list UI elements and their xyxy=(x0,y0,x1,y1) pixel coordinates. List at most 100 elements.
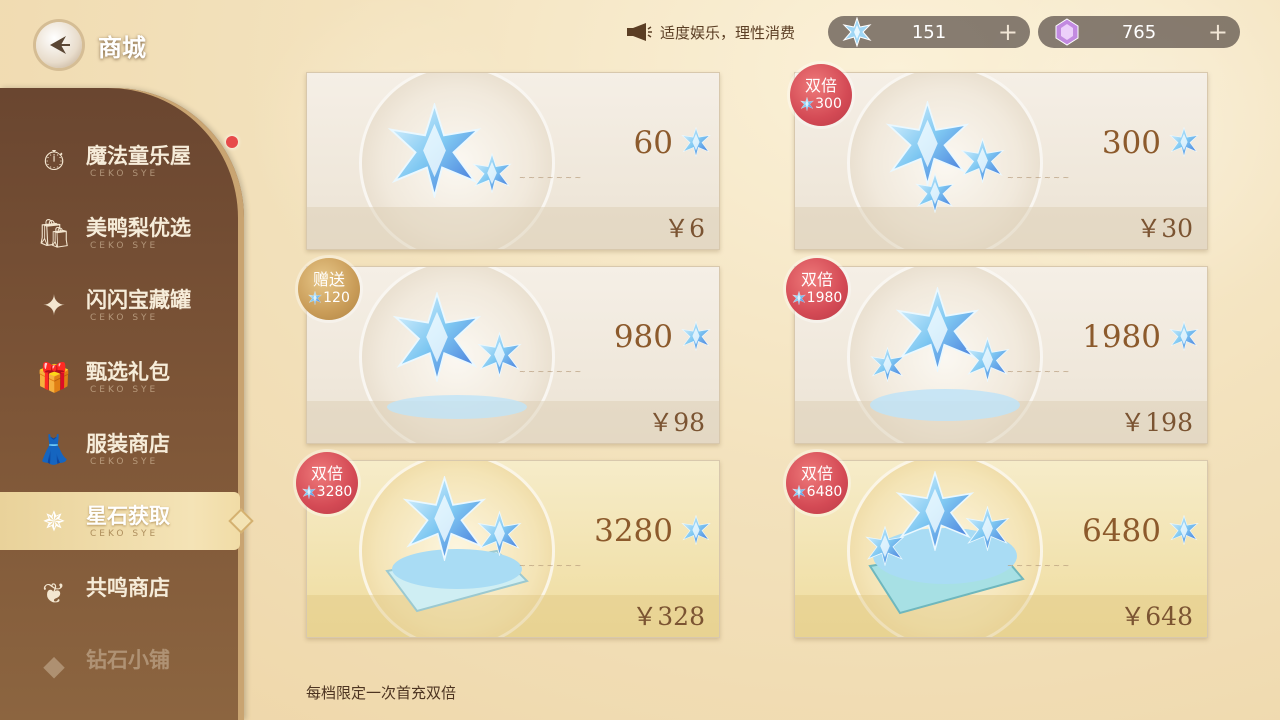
sidebar-item-sublabel: CEKO SYE xyxy=(90,169,159,179)
badge-bonus: 3280 xyxy=(302,483,353,501)
magic-house-icon: ⏱ xyxy=(43,144,65,177)
star-stone-icon xyxy=(681,321,711,351)
sidebar-item-label: 甄选礼包 xyxy=(86,360,170,384)
add-star-stone-button[interactable]: + xyxy=(998,18,1018,46)
currency-bar: 151 + 765 + xyxy=(828,16,1240,48)
notice-text: 适度娱乐，理性消费 xyxy=(660,23,796,42)
star-stone-icon xyxy=(800,97,814,111)
megaphone-icon xyxy=(627,23,652,41)
star-stone-icon xyxy=(308,291,322,305)
gift-box-icon: 🎁 xyxy=(36,360,72,394)
sidebar-item-gift-pack[interactable]: 🎁 甄选礼包 CEKO SYE xyxy=(0,348,240,406)
price-label: ￥98 xyxy=(648,408,705,437)
star-stone-amount: 6480 xyxy=(1082,513,1161,549)
decorative-script: ~ ~ ~ ~ ~ ~ ~ xyxy=(1007,173,1070,182)
price-label: ￥6 xyxy=(664,214,705,243)
star-stone-chest-icon xyxy=(866,471,1025,615)
double-bonus-badge: 双倍 1980 xyxy=(786,258,848,320)
recharge-card-980[interactable]: ~ ~ ~ ~ ~ ~ ~ 980 ￥98 xyxy=(306,266,720,444)
sidebar-item-star-stone[interactable]: ✵ 星石获取 CEKO SYE xyxy=(0,492,254,550)
badge-bonus-value: 3280 xyxy=(316,484,353,500)
badge-bonus: 1980 xyxy=(792,289,843,307)
star-stone-icon xyxy=(681,127,711,157)
sidebar-item-label: 星石获取 xyxy=(86,504,170,528)
clothing-icon: 👗 xyxy=(36,432,72,466)
decorative-script: ~ ~ ~ ~ ~ ~ ~ xyxy=(1007,367,1070,376)
star-stone-box-icon xyxy=(385,476,529,613)
sidebar-item-diamond-shop[interactable]: ◆ 钻石小铺 xyxy=(0,636,240,694)
shopping-bag-icon: 🛍 xyxy=(36,216,72,250)
star-stone-amount: 1980 xyxy=(1082,319,1161,355)
sidebar-item-label: 服装商店 xyxy=(86,432,170,456)
star-stone-amount: 300 xyxy=(1101,125,1161,161)
currency-star-stone: 151 + xyxy=(828,16,1030,48)
double-bonus-badge: 双倍 300 xyxy=(790,64,852,126)
recharge-card-3280[interactable]: ~ ~ ~ ~ ~ ~ ~ 3280 ￥328 xyxy=(306,460,720,638)
gift-bonus-badge: 赠送 120 xyxy=(298,258,360,320)
sidebar-item-selection[interactable]: 🛍 美鸭梨优选 CEKO SYE xyxy=(0,204,240,262)
sidebar-item-sublabel: CEKO SYE xyxy=(90,313,159,323)
star-stone-icon xyxy=(792,291,806,305)
star-stone-icon: ✵ xyxy=(42,504,66,538)
badge-bonus: 300 xyxy=(800,95,842,113)
resonance-icon: ❦ xyxy=(42,576,66,610)
add-purple-gem-button[interactable]: + xyxy=(1208,18,1228,46)
star-stone-icon xyxy=(1169,515,1199,545)
badge-bonus-value: 1980 xyxy=(806,290,843,306)
badge-bonus-value: 6480 xyxy=(806,484,843,500)
treasure-jar-icon: ✦ xyxy=(42,288,66,322)
sidebar-item-treasure-jar[interactable]: ✦ 闪闪宝藏罐 CEKO SYE xyxy=(0,276,240,334)
sidebar-item-resonance-shop[interactable]: ❦ 共鸣商店 xyxy=(0,564,240,622)
notice-banner: 适度娱乐，理性消费 xyxy=(626,20,795,44)
star-stone-pile-icon xyxy=(389,103,511,198)
badge-label: 赠送 xyxy=(312,270,345,289)
price-label: ￥648 xyxy=(1120,602,1193,631)
badge-bonus-value: 120 xyxy=(323,290,350,306)
star-stone-pile-icon xyxy=(387,292,527,419)
recharge-card-1980[interactable]: ~ ~ ~ ~ ~ ~ ~ 1980 ￥198 xyxy=(794,266,1208,444)
badge-label: 双倍 xyxy=(804,76,837,95)
star-stone-pile-icon xyxy=(870,287,1020,421)
badge-bonus-value: 300 xyxy=(815,96,842,112)
price-label: ￥328 xyxy=(632,602,705,631)
sidebar-item-label: 共鸣商店 xyxy=(86,576,170,600)
star-stone-icon xyxy=(1169,127,1199,157)
active-indicator xyxy=(228,508,254,534)
double-bonus-badge: 双倍 6480 xyxy=(786,452,848,514)
sidebar: ⏱ 魔法童乐屋 CEKO SYE 🛍 美鸭梨优选 CEKO SYE ✦ 闪闪宝藏… xyxy=(0,88,254,720)
star-stone-amount: 3280 xyxy=(594,513,673,549)
star-stone-icon xyxy=(1169,321,1199,351)
decorative-script: ~ ~ ~ ~ ~ ~ ~ xyxy=(519,561,582,570)
sidebar-item-label: 闪闪宝藏罐 xyxy=(86,288,191,312)
star-stone-icon xyxy=(792,485,806,499)
sidebar-item-label: 美鸭梨优选 xyxy=(86,216,191,240)
double-bonus-badge: 双倍 3280 xyxy=(296,452,358,514)
badge-label: 双倍 xyxy=(800,270,833,289)
footer-note: 每档限定一次首充双倍 xyxy=(306,684,457,702)
sidebar-item-clothing-store[interactable]: 👗 服装商店 CEKO SYE xyxy=(0,420,240,478)
sidebar-item-magic-house[interactable]: ⏱ 魔法童乐屋 CEKO SYE xyxy=(0,132,240,190)
decorative-script: ~ ~ ~ ~ ~ ~ ~ xyxy=(519,173,582,182)
decorative-script: ~ ~ ~ ~ ~ ~ ~ xyxy=(1007,561,1070,570)
sidebar-item-label: 魔法童乐屋 xyxy=(86,144,191,168)
back-button[interactable] xyxy=(36,22,82,68)
star-stone-icon xyxy=(681,515,711,545)
sidebar-item-sublabel: CEKO SYE xyxy=(90,529,159,539)
badge-label: 双倍 xyxy=(800,464,833,483)
recharge-card-60[interactable]: ~ ~ ~ ~ ~ ~ ~ 60 ￥6 xyxy=(306,72,720,250)
price-label: ￥30 xyxy=(1136,214,1193,243)
sidebar-item-sublabel: CEKO SYE xyxy=(90,385,159,395)
recharge-card-6480[interactable]: ~ ~ ~ ~ ~ ~ ~ 6480 ￥648 xyxy=(794,460,1208,638)
recharge-card-300[interactable]: ~ ~ ~ ~ ~ ~ ~ 300 ￥30 xyxy=(794,72,1208,250)
sidebar-item-sublabel: CEKO SYE xyxy=(90,457,159,467)
diamond-shop-icon: ◆ xyxy=(43,648,65,682)
price-label: ￥198 xyxy=(1120,408,1193,437)
back-arrow-icon xyxy=(50,36,70,54)
sidebar-item-sublabel: CEKO SYE xyxy=(90,241,159,251)
star-stone-amount: 980 xyxy=(613,319,673,355)
sidebar-item-label: 钻石小铺 xyxy=(86,648,170,672)
page-title: 商城 xyxy=(98,34,146,62)
currency-purple-gem: 765 + xyxy=(1038,16,1240,48)
star-stone-icon xyxy=(302,485,316,499)
badge-bonus: 120 xyxy=(308,289,350,307)
